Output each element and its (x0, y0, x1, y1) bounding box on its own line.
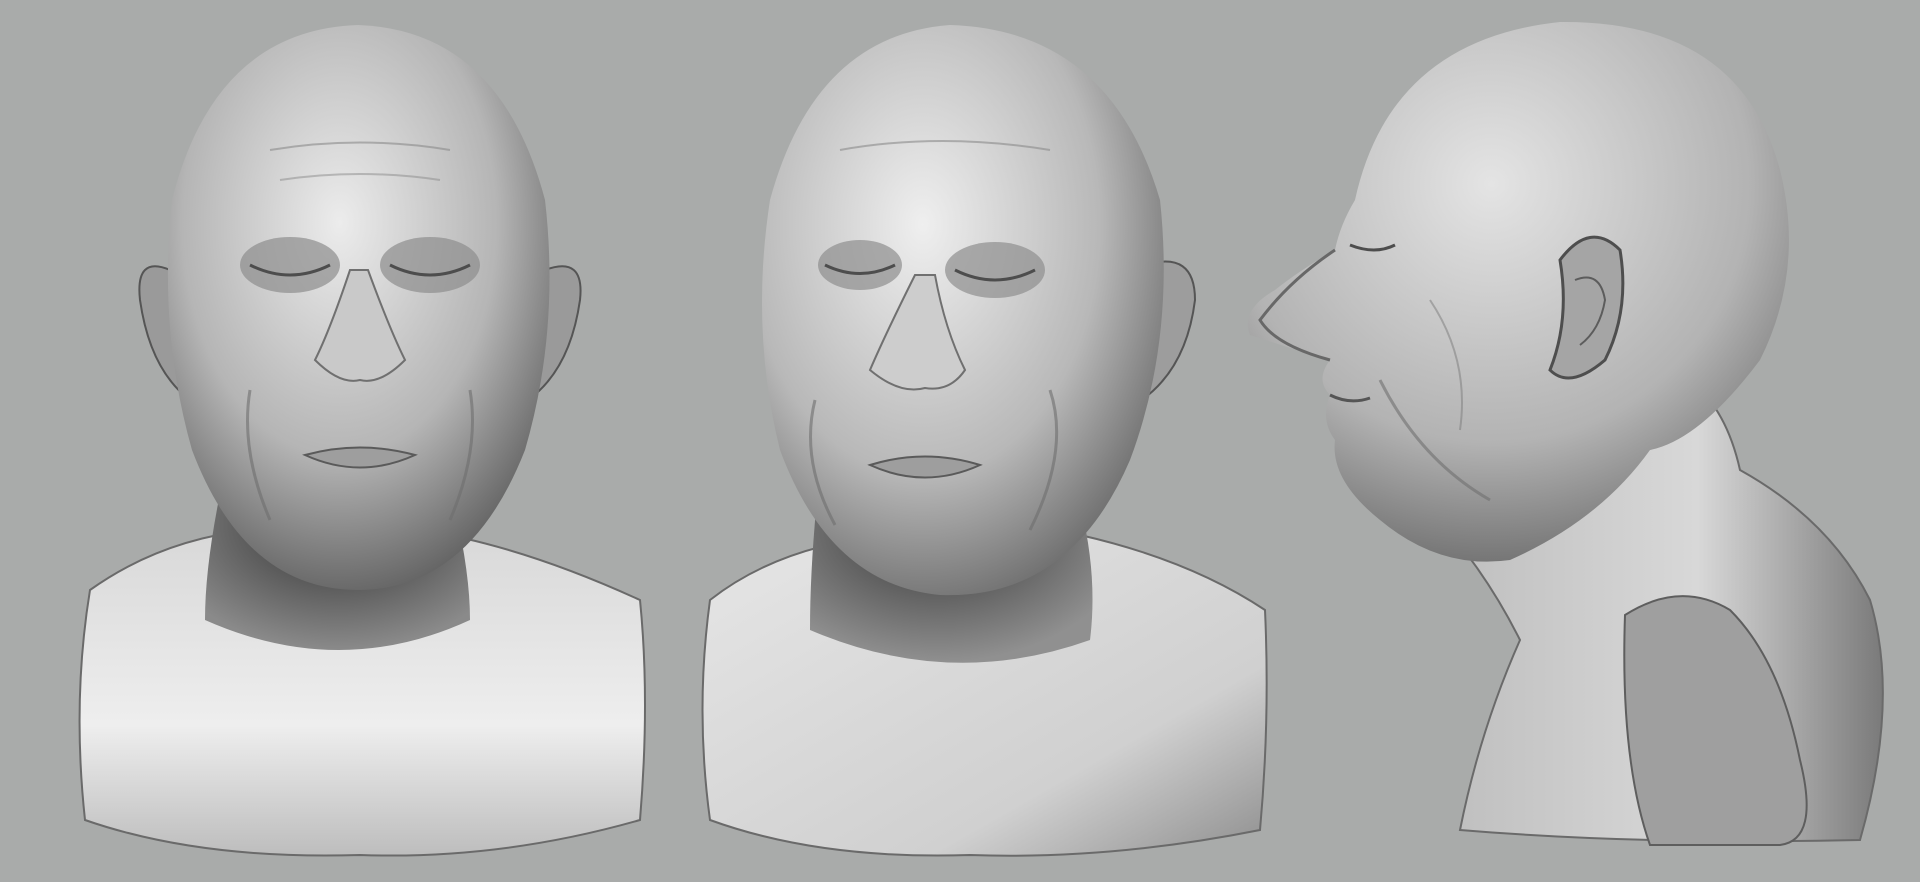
sculpted-head-three-quarter-icon (701, 25, 1268, 857)
bust-profile-view (1220, 0, 1920, 882)
sculpt-viewport (0, 0, 1920, 882)
head (762, 25, 1164, 596)
bust-three-quarter-view (650, 0, 1290, 882)
sculpted-head-front-icon (78, 25, 646, 857)
sculpted-head-profile-icon (1247, 21, 1884, 846)
bust-front-view (0, 0, 660, 882)
